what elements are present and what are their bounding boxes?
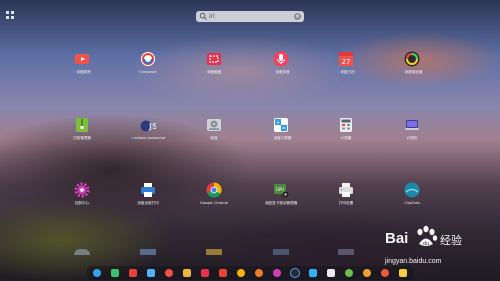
music-icon[interactable] xyxy=(165,269,173,277)
archive-icon xyxy=(74,117,90,133)
monitor-icon[interactable] xyxy=(327,269,335,277)
screenshot-icon xyxy=(206,51,222,67)
app-control-center[interactable]: 控制中心 xyxy=(52,182,112,206)
next-row-app-peek xyxy=(273,249,289,255)
watermark-url: jingyan.baidu.com xyxy=(385,258,442,265)
app-crossover[interactable]: Crossover xyxy=(118,51,178,75)
baidu-paw-logo-icon: du xyxy=(417,225,438,247)
launcher-icon[interactable] xyxy=(93,269,101,277)
app-deepin-calculator[interactable]: + = 深度计算器 xyxy=(251,117,311,141)
next-row-app-peek xyxy=(206,249,222,255)
calculator-icon: + = xyxy=(273,117,289,133)
app-label: eclipse-javascript xyxy=(133,136,166,140)
clipgrab-icon xyxy=(404,182,420,198)
app-deepin-screenshot[interactable]: 深度截图 xyxy=(184,51,244,75)
computer-icon xyxy=(404,117,420,133)
microphone-icon xyxy=(273,51,289,67)
app-label: 计算器 xyxy=(340,136,352,140)
app-deepin-movie[interactable]: 深度影院 xyxy=(52,51,112,75)
svg-text:+: + xyxy=(276,120,280,126)
clipboard-icon[interactable] xyxy=(147,269,155,277)
app-label: 深度显卡驱动管理器 xyxy=(264,201,298,205)
svg-text:27: 27 xyxy=(342,58,351,66)
eclipse-js-icon: JS xyxy=(140,117,158,133)
qq-icon[interactable] xyxy=(345,269,353,277)
app-disk[interactable]: 磁盘 xyxy=(184,117,244,141)
app-print-settings[interactable]: 打印设置 xyxy=(316,182,376,206)
app-label: 深度日历 xyxy=(340,70,355,74)
app-archive-manager[interactable]: 归档管理器 xyxy=(52,117,112,141)
next-row-app-peek xyxy=(338,249,354,255)
app-label: 深度远程打印 xyxy=(137,201,159,205)
dock xyxy=(87,266,413,280)
firefox-icon[interactable] xyxy=(255,269,263,277)
svg-text:=: = xyxy=(282,126,286,132)
svg-text:GPU: GPU xyxy=(276,187,285,192)
app-label: 控制中心 xyxy=(74,201,90,205)
app-computer[interactable]: 计算机 xyxy=(382,117,442,141)
printer-icon xyxy=(338,182,354,198)
app-label: 深度取色器 xyxy=(404,70,423,74)
next-row-app-peek xyxy=(74,249,90,255)
photo-icon[interactable] xyxy=(201,269,209,277)
control-center-icon[interactable] xyxy=(273,269,281,277)
notes-icon[interactable] xyxy=(363,269,371,277)
app-remote-print[interactable]: 深度远程打印 xyxy=(118,182,178,206)
video-icon[interactable] xyxy=(183,269,191,277)
watermark-brand2: 经验 xyxy=(440,235,462,247)
app-label: 归档管理器 xyxy=(73,136,91,140)
app-clipgrab[interactable]: ClipGrab xyxy=(382,182,442,206)
chrome-icon xyxy=(206,182,222,198)
terminal-icon[interactable] xyxy=(291,269,299,277)
app-gpu-driver-manager[interactable]: GPU 深度显卡驱动管理器 xyxy=(251,182,311,206)
app-deepin-picker[interactable]: 深度取色器 xyxy=(382,51,442,75)
app-eclipse-javascript[interactable]: JS eclipse-javascript xyxy=(118,117,178,141)
app-google-chrome[interactable]: Google Chrome xyxy=(184,182,244,206)
app-label: Crossover xyxy=(139,70,157,74)
file-manager-icon[interactable] xyxy=(111,269,119,277)
app-calculator[interactable]: 计算器 xyxy=(316,117,376,141)
svg-text:JS: JS xyxy=(148,122,156,131)
color-picker-icon xyxy=(404,51,420,67)
settings-gear-icon xyxy=(74,182,90,198)
app-deepin-calendar[interactable]: 27 深度日历 xyxy=(316,51,376,75)
app-label: 深度录音 xyxy=(275,70,290,74)
crossover-icon xyxy=(140,51,156,67)
app-deepin-recorder[interactable]: 深度录音 xyxy=(251,51,311,75)
svg-text:du: du xyxy=(423,241,429,247)
app-label: 深度计算器 xyxy=(273,136,292,140)
app-label: ClipGrab xyxy=(404,201,420,205)
deepin-movie-icon[interactable] xyxy=(219,269,227,277)
disk-icon xyxy=(206,117,222,133)
app-label: 深度影院 xyxy=(76,70,91,74)
calendar-icon: 27 xyxy=(338,51,354,67)
calculator-alt-icon xyxy=(338,117,354,133)
app-label: 深度截图 xyxy=(206,70,222,74)
network-icon[interactable] xyxy=(309,269,317,277)
remote-print-icon xyxy=(140,182,156,198)
deepin-store-icon[interactable] xyxy=(129,269,137,277)
video-camera-icon xyxy=(74,51,90,67)
watermark-brand: Bai xyxy=(385,230,409,247)
gpu-driver-icon: GPU xyxy=(273,182,289,198)
next-row-app-peek xyxy=(140,249,156,255)
app-label: 打印设置 xyxy=(338,201,354,205)
chrome-icon[interactable] xyxy=(237,269,245,277)
baidu-watermark: Bai du 经验 jingyan.baidu.com xyxy=(385,225,495,280)
app-label: 磁盘 xyxy=(210,136,218,140)
app-label: Google Chrome xyxy=(200,201,228,205)
app-label: 计算机 xyxy=(406,136,418,140)
